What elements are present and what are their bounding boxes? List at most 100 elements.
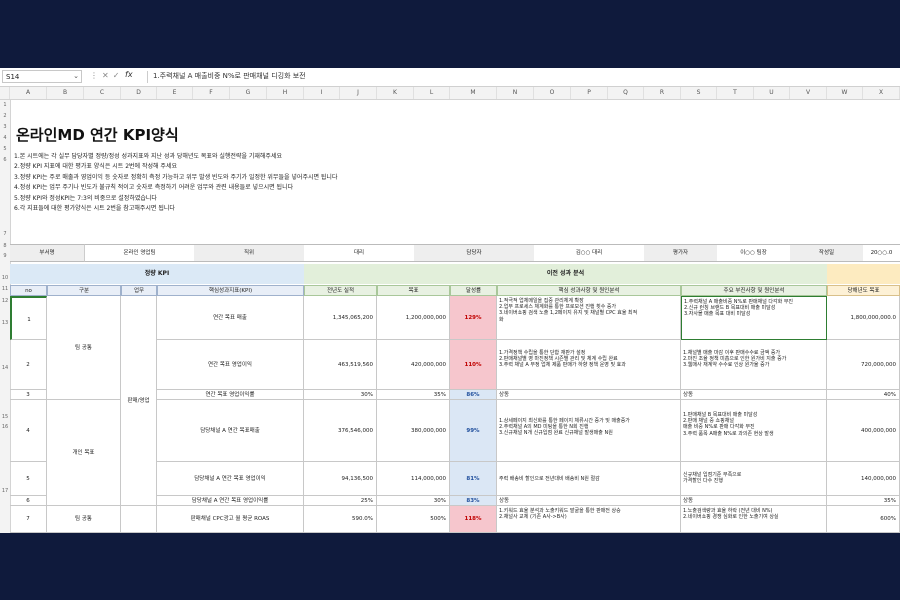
- next-target[interactable]: 140,000,000: [827, 462, 900, 496]
- row-no[interactable]: 5: [10, 462, 47, 496]
- row-no[interactable]: 7: [10, 506, 47, 533]
- row-header[interactable]: 13: [0, 320, 10, 326]
- actual-value[interactable]: 590.0%: [304, 506, 377, 533]
- column-header[interactable]: M: [450, 87, 497, 99]
- weakness-analysis[interactable]: 상동: [681, 390, 827, 400]
- row-header[interactable]: 12: [0, 298, 10, 304]
- column-header[interactable]: K: [377, 87, 414, 99]
- chevron-down-icon[interactable]: ⌄: [73, 71, 79, 81]
- success-analysis[interactable]: 1.키워드 효율 분석과 노출키워드 발굴을 통한 판매전 상승 2.채널사 교…: [497, 506, 681, 533]
- target-value[interactable]: 1,200,000,000: [377, 296, 450, 340]
- actual-value[interactable]: 94,136,500: [304, 462, 377, 496]
- target-value[interactable]: 30%: [377, 496, 450, 506]
- column-header[interactable]: P: [571, 87, 608, 99]
- group-team-common-2[interactable]: 팀 공통: [47, 506, 121, 533]
- actual-value[interactable]: 463,519,560: [304, 340, 377, 390]
- row-no[interactable]: 3: [10, 390, 47, 400]
- success-analysis[interactable]: 상동: [497, 496, 681, 506]
- target-value[interactable]: 35%: [377, 390, 450, 400]
- group-sales-plan[interactable]: 판매/영업: [121, 296, 157, 506]
- success-analysis[interactable]: 1.적극적 업체메일을 집중 관리체계 확장 2.업무 프로세스 체계화를 통한…: [497, 296, 681, 340]
- column-header[interactable]: O: [534, 87, 571, 99]
- kpi-name[interactable]: 연간 목표 매출: [157, 296, 304, 340]
- column-header[interactable]: B: [47, 87, 84, 99]
- weakness-analysis[interactable]: 1.채널별 매출 마감 이후 판매수수료 금액 증가 2.마진 조율 정책 미흡…: [681, 340, 827, 390]
- achievement-rate[interactable]: 83%: [450, 496, 497, 506]
- work-empty[interactable]: [121, 506, 157, 533]
- achievement-rate[interactable]: 110%: [450, 340, 497, 390]
- row-header[interactable]: 4: [0, 135, 10, 141]
- column-header[interactable]: D: [121, 87, 157, 99]
- evaluator-value[interactable]: 이○○ 팀장: [717, 244, 790, 262]
- formula-input[interactable]: 1.주력채널 A 매출비중 N%로 판매채널 디깅화 보전: [153, 71, 306, 82]
- column-header[interactable]: X: [863, 87, 900, 99]
- success-analysis[interactable]: 1.상세페이지 최신화를 통한 페이지 체류시간 증가 및 매출증가 2.주력채…: [497, 400, 681, 462]
- column-header[interactable]: F: [193, 87, 230, 99]
- column-header[interactable]: T: [717, 87, 754, 99]
- column-header[interactable]: C: [84, 87, 121, 99]
- column-header[interactable]: Q: [608, 87, 644, 99]
- kpi-name[interactable]: 연간 목표 영업이익: [157, 340, 304, 390]
- column-header[interactable]: H: [267, 87, 304, 99]
- dept-value[interactable]: 온라인 영업팀: [84, 244, 194, 262]
- row-header[interactable]: 8: [0, 243, 10, 249]
- name-box[interactable]: S14 ⌄: [2, 70, 82, 83]
- actual-value[interactable]: 1,345,065,200: [304, 296, 377, 340]
- confirm-icon[interactable]: ✓: [113, 71, 124, 80]
- column-header[interactable]: A: [10, 87, 47, 99]
- row-no[interactable]: 2: [10, 340, 47, 390]
- column-header[interactable]: G: [230, 87, 267, 99]
- row-header[interactable]: 6: [0, 157, 10, 163]
- achievement-rate[interactable]: 81%: [450, 462, 497, 496]
- column-header[interactable]: S: [681, 87, 717, 99]
- column-header[interactable]: I: [304, 87, 340, 99]
- achievement-rate[interactable]: 86%: [450, 390, 497, 400]
- group-personal[interactable]: 개인 목표: [47, 400, 121, 506]
- weakness-analysis[interactable]: 상동: [681, 496, 827, 506]
- column-header[interactable]: N: [497, 87, 534, 99]
- success-analysis[interactable]: 상동: [497, 390, 681, 400]
- function-icon[interactable]: fx: [125, 70, 133, 79]
- next-target[interactable]: 600%: [827, 506, 900, 533]
- weakness-analysis[interactable]: 1.노출검색량과 효율 하락 (전년 대비 N%) 2.네이버쇼핑 경쟁 심화로…: [681, 506, 827, 533]
- row-header[interactable]: 17: [0, 488, 10, 494]
- row-header[interactable]: 5: [0, 146, 10, 152]
- next-target[interactable]: 40%: [827, 390, 900, 400]
- kpi-name[interactable]: 담당채널 A 연간 목표 영업이익: [157, 462, 304, 496]
- target-value[interactable]: 500%: [377, 506, 450, 533]
- row-header[interactable]: 14: [0, 365, 10, 371]
- column-header[interactable]: W: [827, 87, 863, 99]
- row-no[interactable]: 4: [10, 400, 47, 462]
- kpi-name[interactable]: 담당채널 A 연간 목표 영업이익률: [157, 496, 304, 506]
- date-value[interactable]: 20○○.0: [863, 244, 900, 262]
- owner-value[interactable]: 김○○ 대리: [534, 244, 644, 262]
- next-target[interactable]: 1,800,000,000.0: [827, 296, 900, 340]
- success-analysis[interactable]: 주력 배송비 할인으로 전년대비 배송비 N원 절감: [497, 462, 681, 496]
- weakness-analysis[interactable]: 신규채널 입점기준 부족으로 가격할인 다수 진행: [681, 462, 827, 496]
- row-header[interactable]: 16: [0, 424, 10, 430]
- achievement-rate[interactable]: 118%: [450, 506, 497, 533]
- row-header[interactable]: 10: [0, 275, 10, 281]
- next-target[interactable]: 720,000,000: [827, 340, 900, 390]
- group-team-common[interactable]: 팀 공통: [47, 296, 121, 400]
- select-all-corner[interactable]: [0, 87, 10, 99]
- success-analysis[interactable]: 1.가격정책 수립을 통한 단합 재판가 설정 2.판매채널별 영 마진정책 시…: [497, 340, 681, 390]
- target-value[interactable]: 114,000,000: [377, 462, 450, 496]
- column-header[interactable]: U: [754, 87, 790, 99]
- next-target[interactable]: 400,000,000: [827, 400, 900, 462]
- actual-value[interactable]: 25%: [304, 496, 377, 506]
- row-header[interactable]: 15: [0, 414, 10, 420]
- weakness-analysis[interactable]: 1.주력채널 A 매출비중 N%로 판매채널 다각화 부진 2.신규 런칭 브랜…: [681, 296, 827, 340]
- column-header[interactable]: R: [644, 87, 681, 99]
- kpi-name[interactable]: 담당채널 A 연간 목표매출: [157, 400, 304, 462]
- actual-value[interactable]: 30%: [304, 390, 377, 400]
- column-header[interactable]: V: [790, 87, 827, 99]
- row-no[interactable]: 6: [10, 496, 47, 506]
- next-target[interactable]: 35%: [827, 496, 900, 506]
- target-value[interactable]: 420,000,000: [377, 340, 450, 390]
- row-header[interactable]: 7: [0, 231, 10, 237]
- more-icon[interactable]: ⋮: [90, 71, 102, 80]
- row-header[interactable]: 11: [0, 286, 10, 292]
- row-header[interactable]: 3: [0, 124, 10, 130]
- weakness-analysis[interactable]: 1.판매채널 B 목표대비 매출 미달성 2.판매 채널 중 쇼핑채널 매출 비…: [681, 400, 827, 462]
